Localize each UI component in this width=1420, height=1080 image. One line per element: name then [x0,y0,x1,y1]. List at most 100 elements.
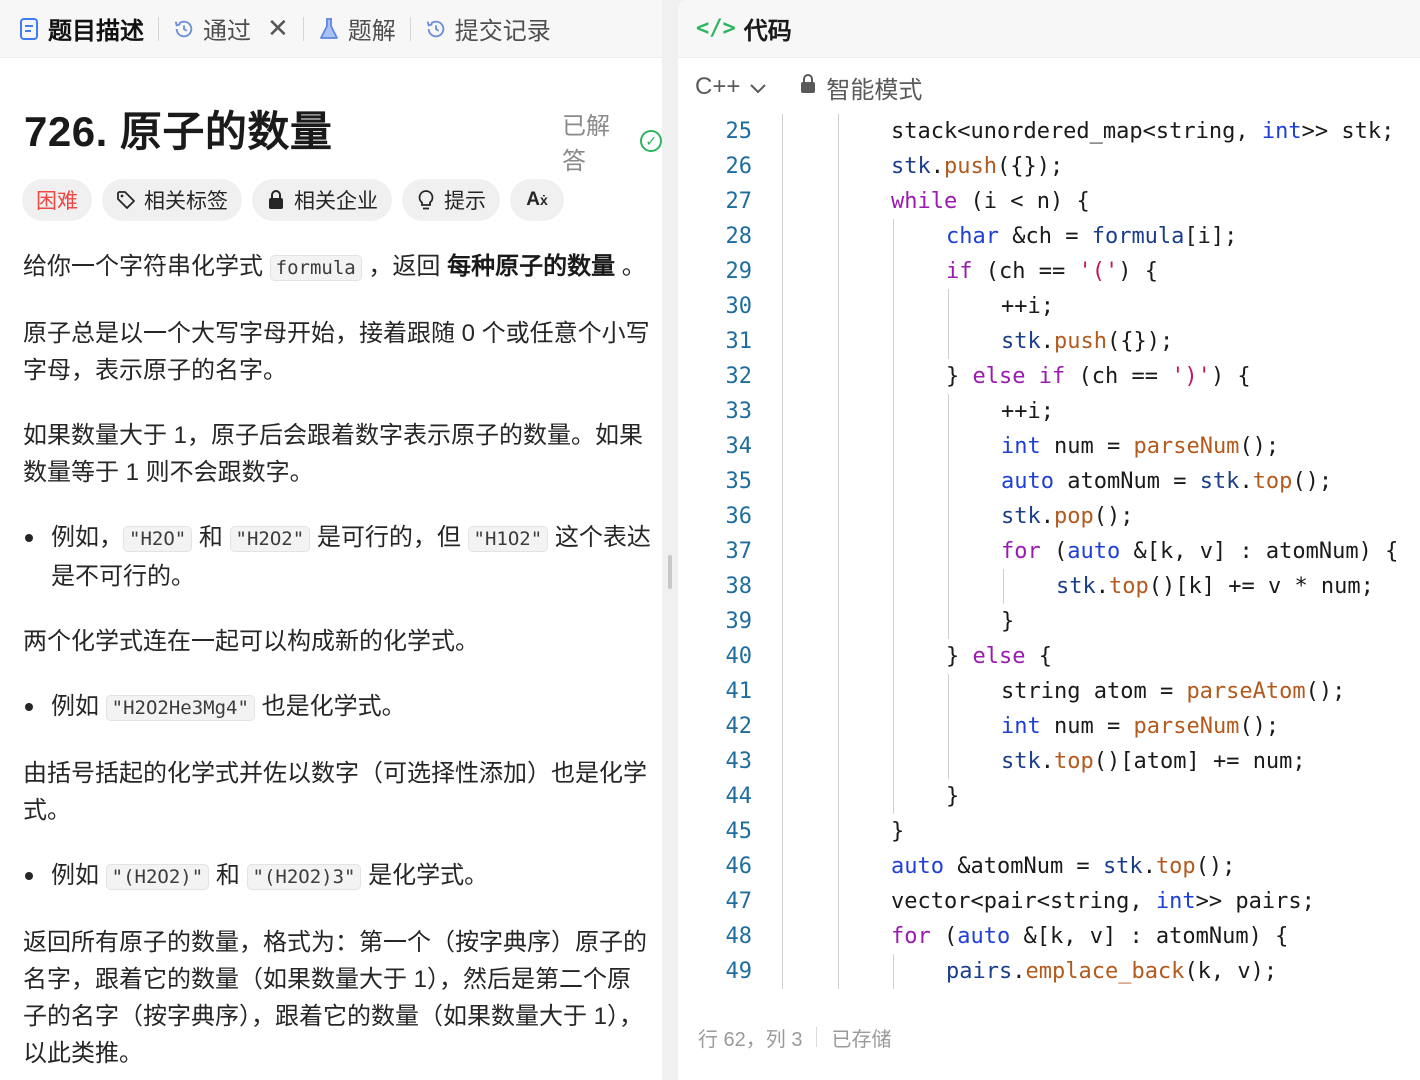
save-status: 已存储 [831,1028,892,1051]
code-text: pairs.emplace_back(k, v); [946,959,1278,984]
line-number: 39 [725,609,753,634]
code-panel-header: </> 代码 [678,0,1420,58]
code-text: int num = parseNum(); [1001,434,1280,459]
related-companies-button[interactable]: 相关企业 [252,179,392,221]
tab-submissions[interactable]: 提交记录 [425,0,551,58]
code-text: vector<pair<string, int>> pairs; [891,889,1315,914]
difficulty-label: 困难 [36,190,78,213]
indent-guide [948,674,949,779]
line-number: 30 [725,294,753,319]
status-divider [816,1027,818,1047]
code-line[interactable]: 27 while (i < n) { [678,184,1420,219]
hints-button[interactable]: 提示 [402,179,500,221]
panel-resize-handle[interactable] [662,0,678,1080]
code-line[interactable]: 43 stk.top()[atom] += num; [678,744,1420,779]
drag-handle-icon[interactable] [668,555,672,589]
problem-title: 726. 原子的数量 [24,108,333,155]
code-text: } else if (ch == ')') { [946,364,1251,389]
line-number: 26 [725,154,753,179]
line-number: 32 [725,364,753,389]
code-line[interactable]: 34 int num = parseNum(); [678,429,1420,464]
description-paragraph: 给你一个字符串化学式 formula ，返回 每种原子的数量 。 [23,253,646,281]
line-number: 31 [725,329,753,354]
indent-guide [838,114,839,989]
code-line[interactable]: 25 stack<unordered_map<string, int>> stk; [678,114,1420,149]
code-text: } else { [946,644,1052,669]
inline-code: "(H2O2)" [105,864,210,890]
code-line[interactable]: 48 for (auto &[k, v] : atomNum) { [678,919,1420,954]
description-paragraph: 返回所有原子的数量，格式为：第一个（按字典序）原子的名字，跟着它的数量（如果数量… [23,929,647,1067]
line-number: 48 [725,924,753,949]
tab-accepted-label: 通过 [203,18,251,45]
code-text: stk.top()[k] += v * num; [1056,574,1374,599]
code-line[interactable]: 33 ++i; [678,394,1420,429]
code-text: stack<unordered_map<string, int>> stk; [891,119,1395,144]
inline-code: "(H2O2)3" [246,864,362,890]
code-editor[interactable]: 25 stack<unordered_map<string, int>> stk;… [678,114,1420,994]
code-text: if (ch == '(') { [946,259,1158,284]
code-line[interactable]: 28 char &ch = formula[i]; [678,219,1420,254]
code-line[interactable]: 45} [678,814,1420,849]
code-line[interactable]: 29 if (ch == '(') { [678,254,1420,289]
solved-status: 已解答 ✓ [562,106,662,176]
code-line[interactable]: 42 int num = parseNum(); [678,709,1420,744]
code-text: auto &atomNum = stk.top(); [891,854,1236,879]
tab-accepted[interactable]: 通过 ✕ [173,0,289,58]
related-tags-button[interactable]: 相关标签 [102,179,242,221]
tab-divider [302,16,304,41]
translate-button[interactable]: Aẋ [510,179,564,221]
example-list-item: 例如 "H2O2He3Mg4" 也是化学式。 [23,688,653,727]
tab-solutions[interactable]: 题解 [318,0,396,58]
line-number: 47 [725,889,753,914]
code-text: } [891,819,905,844]
code-line[interactable]: 35 auto atomNum = stk.top(); [678,464,1420,499]
code-text: while (i < n) { [891,189,1090,214]
indent-guide [1003,569,1004,604]
code-line[interactable]: 46 auto &atomNum = stk.top(); [678,849,1420,884]
lightbulb-icon [416,189,436,211]
code-line[interactable]: 47 vector<pair<string, int>> pairs; [678,884,1420,919]
inline-code: "H2O2" [229,526,311,552]
line-number: 38 [725,574,753,599]
code-line[interactable]: 41 string atom = parseAtom(); [678,674,1420,709]
code-text: for (auto &[k, v] : atomNum) { [891,924,1289,949]
code-line[interactable]: 40 } else { [678,639,1420,674]
code-line[interactable]: 39} [678,604,1420,639]
tag-icon [116,189,136,211]
problem-tags: 困难 相关标签 相关企业 提示 Aẋ [22,179,564,221]
problem-description: 给你一个字符串化学式 formula ，返回 每种原子的数量 。 原子总是以一个… [23,248,653,1080]
code-text: for (auto &[k, v] : atomNum) { [1001,539,1399,564]
indent-guide [948,394,949,639]
description-paragraph: 两个化学式连在一起可以构成新的化学式。 [23,628,479,655]
close-icon[interactable]: ✕ [267,13,289,44]
code-line[interactable]: 32 } else if (ch == ')') { [678,359,1420,394]
code-line[interactable]: 37 for (auto &[k, v] : atomNum) { [678,534,1420,569]
code-panel: </> 代码 C++ 智能模式 25 stack<unordered_map<st… [678,0,1420,1080]
code-line[interactable]: 49 pairs.emplace_back(k, v); [678,954,1420,989]
code-line[interactable]: 44} [678,779,1420,814]
difficulty-badge: 困难 [22,179,92,221]
line-number: 37 [725,539,753,564]
smart-mode-toggle[interactable]: 智能模式 [800,70,922,105]
code-line[interactable]: 38 stk.top()[k] += v * num; [678,569,1420,604]
indent-guide [893,219,894,814]
tab-description[interactable]: 题目描述 [18,0,144,58]
line-number: 46 [725,854,753,879]
line-number: 35 [725,469,753,494]
code-text: ++i; [1001,294,1054,319]
inline-code: "H2O2He3Mg4" [105,695,255,721]
problem-tab-bar: 题目描述 通过 ✕ 题解 提交记录 [0,0,662,58]
code-text: } [1001,609,1015,634]
hints-label: 提示 [444,190,486,213]
line-number: 34 [725,434,753,459]
inline-code: formula [269,255,362,281]
code-line[interactable]: 30 ++i; [678,289,1420,324]
history-icon [173,16,195,42]
code-line[interactable]: 31 stk.push({}); [678,324,1420,359]
code-line[interactable]: 36 stk.pop(); [678,499,1420,534]
description-paragraph: 如果数量大于 1，原子后会跟着数字表示原子的数量。如果数量等于 1 则不会跟数字… [23,422,644,486]
code-line[interactable]: 26 stk.push({}); [678,149,1420,184]
line-number: 40 [725,644,753,669]
line-number: 41 [725,679,753,704]
language-select[interactable]: C++ [695,73,767,101]
